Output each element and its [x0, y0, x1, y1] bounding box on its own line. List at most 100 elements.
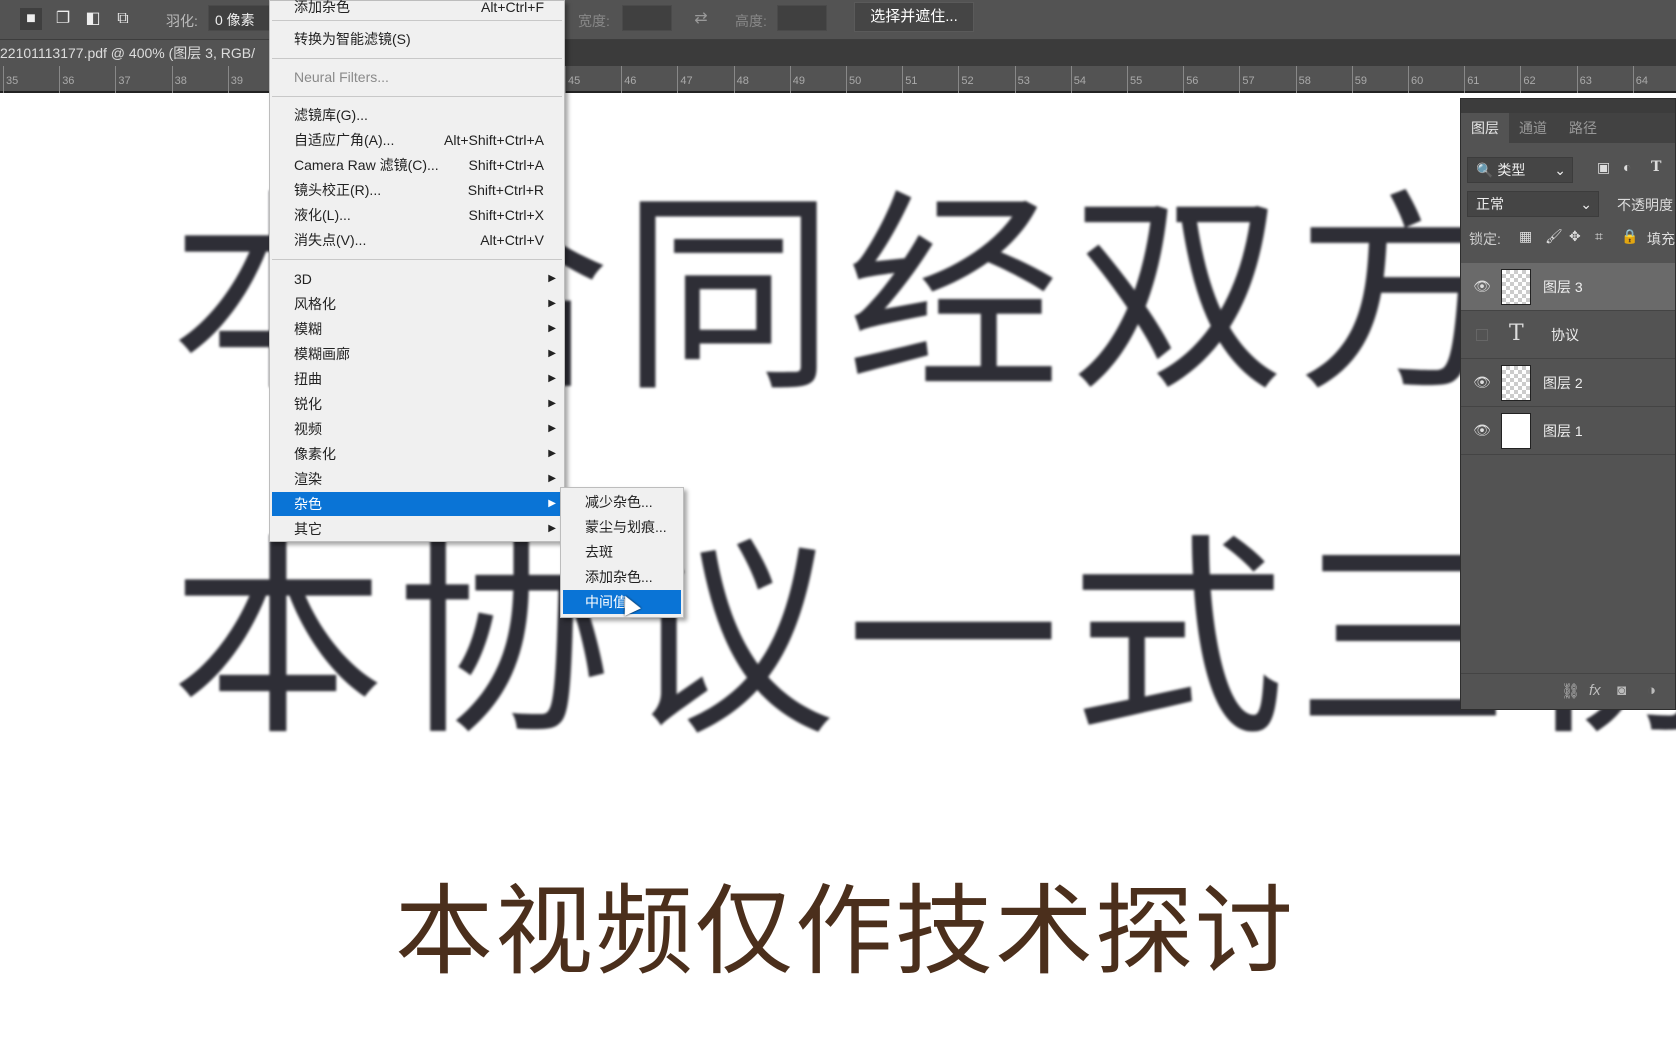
ruler-tick: 60 — [1408, 66, 1425, 93]
submenu-arrow-icon: ▶ — [548, 373, 556, 384]
caption-watermark: 本视频仅作技术探讨 — [395, 875, 1296, 989]
lock-transparent-icon[interactable]: ▦ — [1519, 228, 1532, 245]
canvas-glyph: 经 — [846, 172, 1060, 421]
image-filter-icon[interactable]: ▣ — [1597, 159, 1610, 176]
lock-artboard-icon[interactable]: ⌗ — [1595, 228, 1603, 245]
adjustment-filter-icon[interactable]: ◐ — [1623, 159, 1631, 175]
menu-item[interactable]: 扭曲 ▶ — [272, 367, 562, 391]
ruler-tick: 49 — [789, 66, 807, 93]
menu-item[interactable]: 模糊画廊 ▶ — [272, 342, 562, 366]
lock-brush-icon[interactable]: 🖌 — [1545, 228, 1563, 245]
menu-item[interactable]: 消失点(V)... Alt+Ctrl+V — [272, 228, 562, 252]
tab-layers[interactable]: 图层 — [1461, 113, 1509, 143]
layer-row[interactable]: 👁 图层 2 — [1461, 359, 1675, 407]
height-input[interactable] — [777, 5, 827, 31]
menu-item-shortcut: Shift+Ctrl+X — [468, 207, 544, 223]
subtract-selection-icon[interactable]: ◧ — [82, 8, 104, 30]
ruler-tick: 47 — [677, 66, 694, 93]
link-layers-icon[interactable]: ⛓ — [1561, 682, 1580, 700]
submenu-arrow-icon: ▶ — [548, 323, 556, 334]
menu-item-shortcut: Alt+Ctrl+F — [480, 0, 544, 15]
add-mask-icon[interactable]: ◙ — [1617, 682, 1626, 699]
submenu-arrow-icon: ▶ — [548, 348, 556, 359]
menu-item[interactable]: 视频 ▶ — [272, 417, 562, 441]
layer-name: 图层 1 — [1543, 423, 1583, 439]
layer-thumbnail — [1501, 365, 1531, 401]
blend-mode-dropdown[interactable]: 正常 ⌄ — [1467, 191, 1599, 217]
layer-row[interactable]: 👁 图层 3 — [1461, 263, 1675, 311]
menu-item[interactable]: 风格化 ▶ — [272, 292, 562, 316]
filter-kind-label: 类型 — [1497, 162, 1526, 178]
width-input[interactable] — [622, 5, 672, 31]
ruler-tick: 57 — [1239, 66, 1256, 93]
submenu-arrow-icon: ▶ — [548, 398, 556, 409]
menu-item[interactable]: 锐化 ▶ — [272, 392, 562, 416]
lock-all-icon[interactable]: 🔒 — [1621, 228, 1638, 245]
menu-item-label: 镜头校正(R)... — [294, 182, 382, 198]
document-tab-bar: 22101113177.pdf @ 400% (图层 3, RGB/ — [0, 40, 1676, 66]
select-and-mask-button[interactable]: 选择并遮住... — [854, 2, 974, 32]
opacity-label: 不透明度 — [1617, 197, 1673, 213]
menu-item[interactable]: 滤镜库(G)... — [272, 103, 562, 127]
menu-item-label: 扭曲 — [294, 371, 322, 387]
menu-separator — [272, 58, 562, 59]
menu-item[interactable]: 液化(L)... Shift+Ctrl+X — [272, 203, 562, 227]
swap-icon[interactable]: ⇄ — [690, 8, 712, 30]
menu-separator — [272, 20, 562, 21]
submenu-item[interactable]: 蒙尘与划痕... — [563, 515, 681, 539]
layer-filter-dropdown[interactable]: 🔍 类型 ⌄ — [1467, 157, 1573, 183]
menu-separator — [272, 259, 562, 260]
layer-thumbnail — [1501, 413, 1531, 449]
menu-item[interactable]: Camera Raw 滤镜(C)... Shift+Ctrl+A — [272, 153, 562, 177]
submenu-arrow-icon: ▶ — [548, 423, 556, 434]
canvas-glyph: 双 — [1071, 172, 1285, 421]
submenu-item[interactable]: 减少杂色... — [563, 490, 681, 514]
submenu-arrow-icon: ▶ — [548, 448, 556, 459]
menu-item[interactable]: 杂色 ▶ — [272, 492, 562, 516]
menu-item-label: 渲染 — [294, 471, 322, 487]
text-filter-icon[interactable]: T — [1651, 159, 1661, 175]
fx-icon[interactable]: fx — [1589, 682, 1601, 699]
lock-move-icon[interactable]: ✥ — [1569, 228, 1581, 245]
submenu-item[interactable]: 添加杂色... — [563, 565, 681, 589]
submenu-arrow-icon: ▶ — [548, 498, 556, 509]
menu-item[interactable]: 镜头校正(R)... Shift+Ctrl+R — [272, 178, 562, 202]
menu-item-shortcut: Alt+Ctrl+V — [480, 232, 544, 248]
menu-item-label: 杂色 — [294, 496, 322, 512]
menu-item[interactable]: 3D ▶ — [272, 267, 562, 291]
layer-name: 图层 3 — [1543, 279, 1583, 295]
menu-item[interactable]: 添加杂色 Alt+Ctrl+F — [272, 0, 562, 19]
visibility-off-icon[interactable] — [1476, 329, 1488, 341]
eye-icon[interactable]: 👁 — [1473, 278, 1491, 296]
menu-item-label: 模糊 — [294, 321, 322, 337]
add-selection-icon[interactable]: ❐ — [52, 8, 74, 30]
submenu-item-label: 蒙尘与划痕... — [585, 519, 667, 535]
adjustment-layer-icon[interactable]: ◑ — [1647, 682, 1656, 699]
fill-label: 填充 — [1647, 231, 1675, 247]
canvas-glyph: 一 — [846, 516, 1060, 765]
tab-paths[interactable]: 路径 — [1559, 113, 1607, 143]
layer-row[interactable]: 👁 图层 1 — [1461, 407, 1675, 455]
layer-row[interactable]: T 协议 — [1461, 311, 1675, 359]
ruler-tick: 52 — [958, 66, 975, 93]
eye-icon[interactable]: 👁 — [1473, 422, 1491, 440]
menu-item[interactable]: 像素化 ▶ — [272, 442, 562, 466]
document-tab[interactable]: 22101113177.pdf @ 400% (图层 3, RGB/ — [0, 40, 280, 66]
menu-item[interactable]: 其它 ▶ — [272, 517, 562, 541]
menu-item-shortcut: Alt+Shift+Ctrl+A — [444, 132, 544, 148]
menu-item[interactable]: 渲染 ▶ — [272, 467, 562, 491]
intersect-selection-icon[interactable]: ⧉ — [112, 8, 134, 30]
ruler-tick: 62 — [1520, 66, 1537, 93]
menu-item[interactable]: 自适应广角(A)... Alt+Shift+Ctrl+A — [272, 128, 562, 152]
menu-item-label: 模糊画廊 — [294, 346, 350, 362]
new-selection-icon[interactable]: ■ — [20, 8, 42, 30]
menu-item[interactable]: 转换为智能滤镜(S) — [272, 27, 562, 51]
submenu-item[interactable]: 去斑 — [563, 540, 681, 564]
menu-item-label: 消失点(V)... — [294, 232, 367, 248]
tab-channels[interactable]: 通道 — [1509, 113, 1557, 143]
canvas-glyph: 式 — [1071, 516, 1285, 765]
menu-item[interactable]: 模糊 ▶ — [272, 317, 562, 341]
eye-icon[interactable]: 👁 — [1473, 374, 1491, 392]
feather-input[interactable]: 0 像素 — [208, 5, 272, 31]
ruler-tick: 35 — [3, 66, 20, 93]
